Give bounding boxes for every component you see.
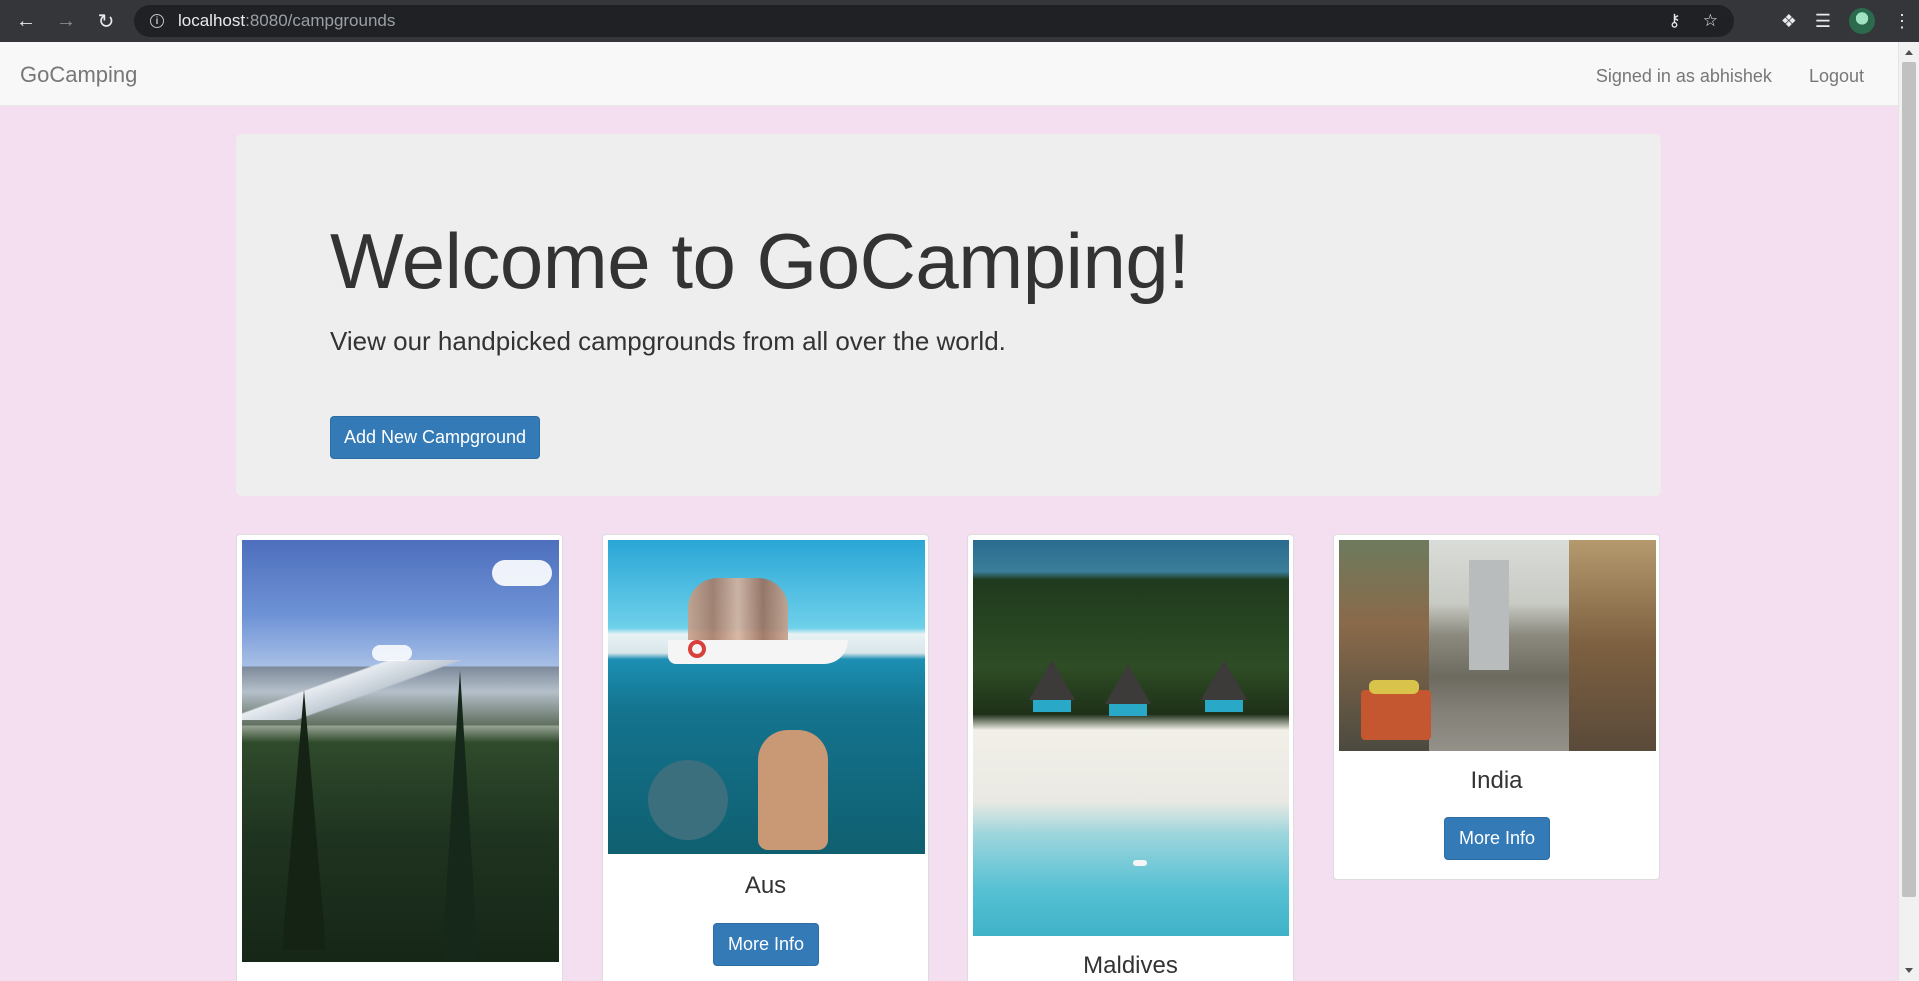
key-icon[interactable]: ⚷ bbox=[1668, 11, 1680, 31]
back-arrow-icon[interactable]: ← bbox=[14, 9, 38, 33]
signed-in-link[interactable]: Signed in as abhishek bbox=[1596, 66, 1772, 87]
profile-avatar[interactable] bbox=[1849, 8, 1875, 34]
browser-menu-icon[interactable]: ⋮ bbox=[1893, 11, 1911, 32]
forward-arrow-icon[interactable]: → bbox=[54, 9, 78, 33]
address-bar[interactable]: i localhost:8080/campgrounds ⚷ ☆ bbox=[134, 5, 1734, 37]
campground-name: India bbox=[1470, 767, 1523, 794]
site-info-icon[interactable]: i bbox=[150, 14, 164, 28]
campground-card bbox=[236, 534, 563, 981]
welcome-jumbotron: Welcome to GoCamping! View our handpicke… bbox=[236, 134, 1661, 496]
logout-link[interactable]: Logout bbox=[1809, 66, 1864, 87]
media-queue-icon[interactable]: ☰ bbox=[1815, 11, 1831, 32]
scroll-down-arrow-icon[interactable] bbox=[1905, 968, 1913, 973]
campground-card: Aus More Info bbox=[602, 534, 929, 981]
campground-name: Aus bbox=[744, 872, 787, 899]
page-subtitle: View our handpicked campgrounds from all… bbox=[330, 326, 1006, 356]
more-info-button[interactable]: More Info bbox=[713, 923, 819, 966]
brand-link[interactable]: GoCamping bbox=[20, 62, 137, 88]
address-url[interactable]: localhost:8080/campgrounds bbox=[178, 11, 395, 31]
page-title: Welcome to GoCamping! bbox=[330, 217, 1190, 305]
bookmark-star-icon[interactable]: ☆ bbox=[1703, 11, 1718, 31]
campground-image[interactable] bbox=[1339, 540, 1656, 751]
scroll-up-arrow-icon[interactable] bbox=[1905, 50, 1913, 55]
add-campground-button[interactable]: Add New Campground bbox=[330, 416, 540, 459]
campground-name: Maldives bbox=[1083, 952, 1178, 979]
scrollbar-thumb[interactable] bbox=[1902, 62, 1916, 897]
page-content: GoCamping Signed in as abhishek Logout W… bbox=[0, 42, 1898, 981]
browser-toolbar: ← → ↻ i localhost:8080/campgrounds ⚷ ☆ ❖… bbox=[0, 0, 1919, 42]
more-info-button[interactable]: More Info bbox=[1444, 817, 1550, 860]
site-navbar: GoCamping Signed in as abhishek Logout bbox=[0, 42, 1898, 106]
campground-image[interactable] bbox=[608, 540, 925, 854]
campground-card: Maldives bbox=[967, 534, 1294, 981]
reload-icon[interactable]: ↻ bbox=[94, 9, 118, 33]
page-scrollbar[interactable] bbox=[1898, 42, 1919, 981]
campground-image[interactable] bbox=[973, 540, 1289, 936]
campground-image[interactable] bbox=[242, 540, 559, 962]
campground-card: India More Info bbox=[1333, 534, 1660, 880]
extensions-puzzle-icon[interactable]: ❖ bbox=[1781, 11, 1797, 32]
